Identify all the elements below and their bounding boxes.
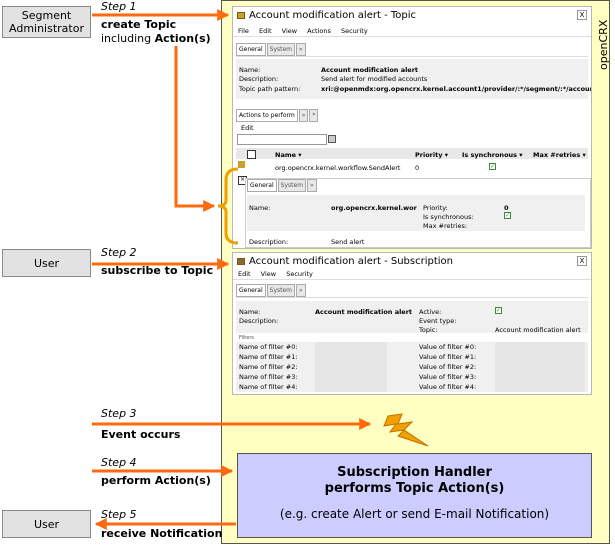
lightning-bolt-icon [383, 413, 429, 447]
flow-arrows-layer [92, 9, 429, 530]
actions-bracket [217, 167, 239, 245]
arrow-include-actions [174, 46, 216, 212]
